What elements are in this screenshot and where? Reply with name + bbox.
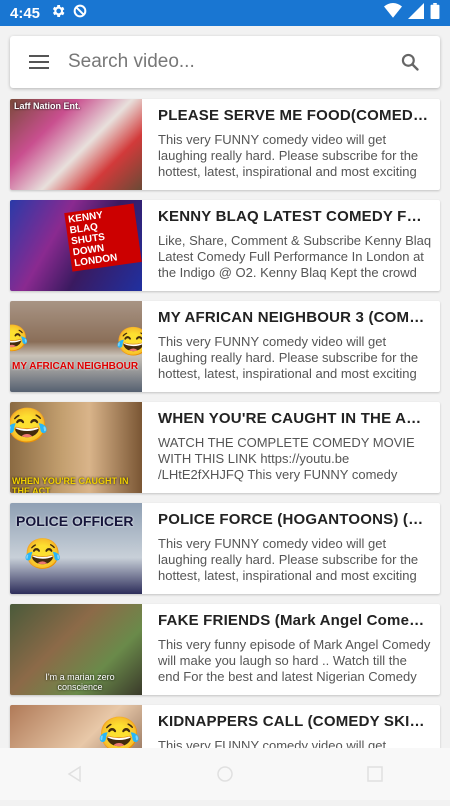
video-item[interactable]: 😂 WHEN YOU'RE CAUGHT IN THE ACT WHEN YOU… xyxy=(10,402,440,493)
status-time: 4:45 xyxy=(10,4,41,22)
wifi-icon xyxy=(384,3,402,23)
video-title: FAKE FRIENDS (Mark Angel Comedy) (Episod… xyxy=(158,612,432,629)
video-description: This very FUNNY comedy video will get la… xyxy=(158,132,419,179)
battery-icon xyxy=(430,3,440,23)
thumbnail-caption: KENNY BLAQ SHUTS DOWN LONDON xyxy=(64,203,142,272)
thumbnail-caption: Laff Nation Ent. xyxy=(14,101,81,111)
thumbnail-caption: MY AFRICAN NEIGHBOUR xyxy=(12,361,139,372)
video-description: Like, Share, Comment & Subscribe Kenny B… xyxy=(158,233,432,280)
video-title: PLEASE SERVE ME FOOD(COMEDY SKIT) xyxy=(158,107,432,124)
video-item[interactable]: 😂 😂 MY AFRICAN NEIGHBOUR MY AFRICAN NEIG… xyxy=(10,301,440,392)
recents-icon[interactable] xyxy=(355,754,395,794)
laughing-emoji-icon: 😂 xyxy=(10,323,29,353)
search-input[interactable] xyxy=(68,36,380,88)
laughing-emoji-icon: 😂 xyxy=(24,538,62,571)
thumbnail-caption: POLICE OFFICER xyxy=(16,513,134,529)
laughing-emoji-icon: 😂 xyxy=(10,407,49,445)
video-title: MY AFRICAN NEIGHBOUR 3 (COMEDY SKIT) xyxy=(158,309,432,326)
thumbnail-caption: I'm a marian zero conscience xyxy=(45,672,115,692)
video-description: This very FUNNY comedy video will get la… xyxy=(158,536,419,583)
laughing-emoji-icon: 😂 xyxy=(116,326,142,357)
video-title: KIDNAPPERS CALL (COMEDY SKIT) (Episode) xyxy=(158,713,432,730)
settings-icon xyxy=(50,3,66,23)
thumbnail-caption: WHEN YOU'RE CAUGHT IN THE ACT xyxy=(12,476,129,493)
video-item[interactable]: I'm a marian zero conscience FAKE FRIEND… xyxy=(10,604,440,695)
video-thumbnail: KENNY BLAQ SHUTS DOWN LONDON xyxy=(10,200,142,291)
navigation-bar xyxy=(0,748,450,800)
video-title: POLICE FORCE (HOGANTOONS) (COMEDY) xyxy=(158,511,432,528)
video-list: Laff Nation Ent. PLEASE SERVE ME FOOD(CO… xyxy=(10,99,440,806)
video-title: KENNY BLAQ LATEST COMEDY FULL PERFORMANC… xyxy=(158,208,432,225)
home-icon[interactable] xyxy=(205,754,245,794)
back-icon[interactable] xyxy=(55,754,95,794)
video-item[interactable]: Laff Nation Ent. PLEASE SERVE ME FOOD(CO… xyxy=(10,99,440,190)
video-thumbnail: I'm a marian zero conscience xyxy=(10,604,142,695)
video-item[interactable]: POLICE OFFICER 😂 POLICE FORCE (HOGANTOON… xyxy=(10,503,440,594)
search-bar xyxy=(10,36,440,88)
video-thumbnail: POLICE OFFICER 😂 xyxy=(10,503,142,594)
video-item[interactable]: KENNY BLAQ SHUTS DOWN LONDON KENNY BLAQ … xyxy=(10,200,440,291)
signal-icon xyxy=(408,3,424,23)
video-thumbnail: Laff Nation Ent. xyxy=(10,99,142,190)
video-title: WHEN YOU'RE CAUGHT IN THE ACT - COMEDY xyxy=(158,410,432,427)
data-saver-icon xyxy=(72,3,88,23)
video-thumbnail: 😂 😂 MY AFRICAN NEIGHBOUR xyxy=(10,301,142,392)
menu-icon[interactable] xyxy=(10,36,68,88)
video-description: WATCH THE COMPLETE COMEDY MOVIE WITH THI… xyxy=(158,435,415,482)
video-description: This very FUNNY comedy video will get la… xyxy=(158,334,419,381)
video-thumbnail: 😂 WHEN YOU'RE CAUGHT IN THE ACT xyxy=(10,402,142,493)
status-bar: 4:45 xyxy=(0,0,450,26)
search-icon[interactable] xyxy=(380,36,440,88)
video-description: This very funny episode of Mark Angel Co… xyxy=(158,637,431,684)
